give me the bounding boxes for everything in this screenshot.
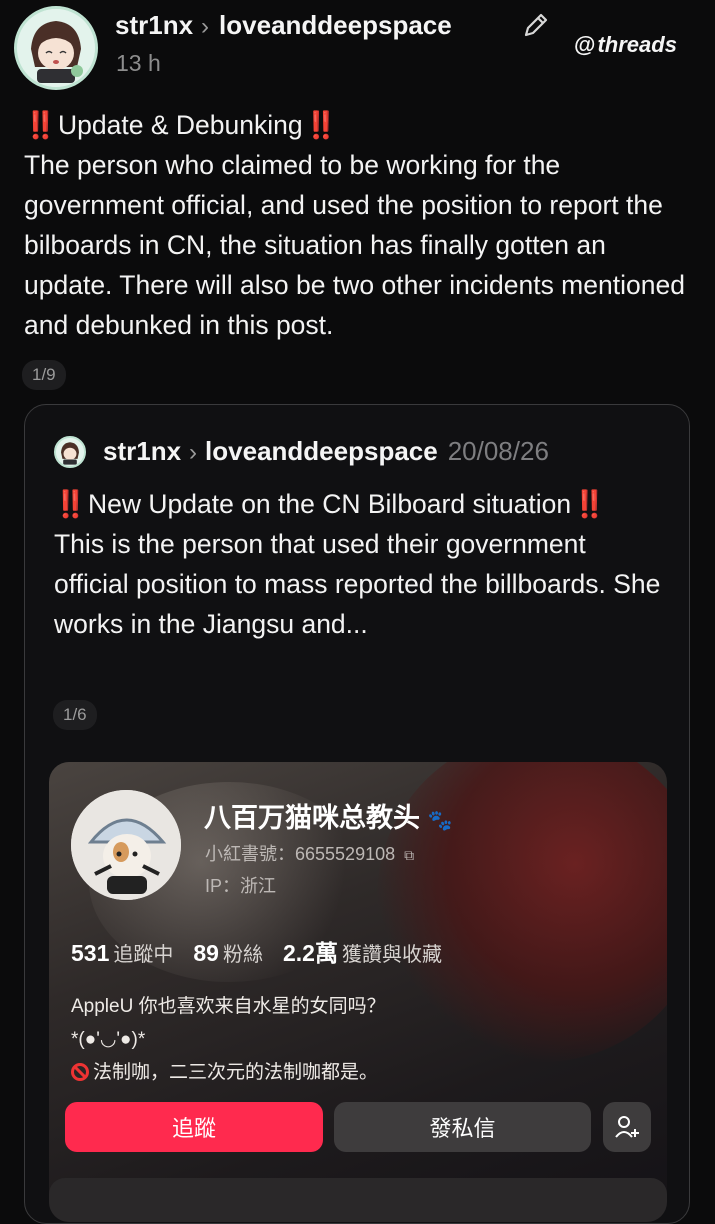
quoted-author-line: str1nx › loveanddeepspace 20/08/26 — [103, 436, 549, 467]
add-user-icon — [615, 1116, 639, 1138]
double-exclamation-icon: ‼️ — [573, 489, 606, 519]
prohibited-icon — [71, 1063, 89, 1081]
bio-line: AppleU 你也喜欢来自水星的女同吗？ — [71, 996, 386, 1017]
post-title-line: ‼️ Update & Debunking‼️ — [24, 105, 694, 145]
profile-bio: AppleU 你也喜欢来自水星的女同吗？ *(●'◡'●)* 法制咖，二三次元的… — [71, 990, 631, 1089]
post-body: ‼️ Update & Debunking‼️ The person who cl… — [24, 105, 694, 345]
threads-icon: @ — [574, 32, 596, 57]
community-name[interactable]: loveanddeepspace — [219, 10, 452, 40]
page-indicator: 1/9 — [22, 360, 66, 390]
profile-avatar — [71, 790, 181, 900]
copy-icon: ⧉ — [404, 847, 415, 863]
paw-icon: 🐾 — [427, 810, 453, 832]
profile-ip: IP：浙江 — [205, 876, 277, 896]
post-title: Update & Debunking — [58, 110, 303, 140]
follow-button: 追蹤 — [65, 1102, 323, 1152]
following-label: 追蹤中 — [113, 944, 174, 966]
following-count: 531 — [71, 940, 110, 966]
message-button: 發私信 — [334, 1102, 591, 1152]
bio-line-text: 法制咖，二三次元的法制咖都是。 — [93, 1062, 379, 1083]
likes-count: 2.2萬 — [282, 940, 338, 966]
profile-bottom-bar — [49, 1178, 667, 1222]
profile-screenshot-image[interactable]: 八百万猫咪总教头 🐾 小紅書號：6655529108 ⧉ IP：浙江 531 追蹤… — [49, 762, 667, 1222]
followers-count: 89 — [193, 940, 219, 966]
chevron-right-icon: › — [201, 13, 210, 40]
double-exclamation-icon: ‼️ — [24, 110, 57, 140]
quoted-post-date: 20/08/26 — [447, 436, 549, 466]
threads-wordmark: threads — [597, 32, 677, 57]
followers-label: 粉絲 — [222, 944, 263, 966]
profile-name: 八百万猫咪总教头 🐾 — [204, 796, 452, 835]
profile-stats: 531 追蹤中 89 粉絲 2.2萬 獲讚與收藏 — [71, 934, 442, 968]
quoted-text: This is the person that used their gover… — [54, 529, 661, 639]
author-username[interactable]: str1nx — [115, 10, 193, 40]
profile-id: 小紅書號：6655529108 ⧉ — [205, 840, 414, 866]
quoted-author-username[interactable]: str1nx — [103, 436, 181, 466]
likes-label: 獲讚與收藏 — [341, 944, 442, 966]
pencil-icon[interactable] — [521, 10, 551, 40]
quoted-author-avatar[interactable] — [54, 436, 86, 468]
bio-line: 法制咖，二三次元的法制咖都是。 — [71, 1056, 631, 1089]
author-line: str1nx › loveanddeepspace — [115, 10, 452, 41]
double-exclamation-icon: ‼️ — [304, 110, 338, 140]
profile-name-text: 八百万猫咪总教头 — [204, 803, 420, 833]
post-text: The person who claimed to be working for… — [24, 150, 685, 340]
threads-logo: @threads — [574, 32, 677, 58]
quoted-title: New Update on the CN Bilboard situation — [88, 489, 572, 519]
quoted-community-name[interactable]: loveanddeepspace — [205, 436, 438, 466]
post-time: 13 h — [116, 50, 161, 76]
profile-id-text: 小紅書號：6655529108 — [205, 844, 396, 864]
author-avatar[interactable] — [14, 6, 98, 90]
double-exclamation-icon: ‼️ — [54, 489, 87, 519]
quoted-title-line: ‼️ New Update on the CN Bilboard situatio… — [54, 484, 664, 524]
chevron-right-icon: › — [189, 439, 198, 466]
add-friend-button — [603, 1102, 651, 1152]
quoted-page-indicator: 1/6 — [53, 700, 97, 730]
quoted-post-body: ‼️ New Update on the CN Bilboard situatio… — [54, 484, 664, 644]
bio-line: *(●'◡'●)* — [71, 1029, 146, 1050]
